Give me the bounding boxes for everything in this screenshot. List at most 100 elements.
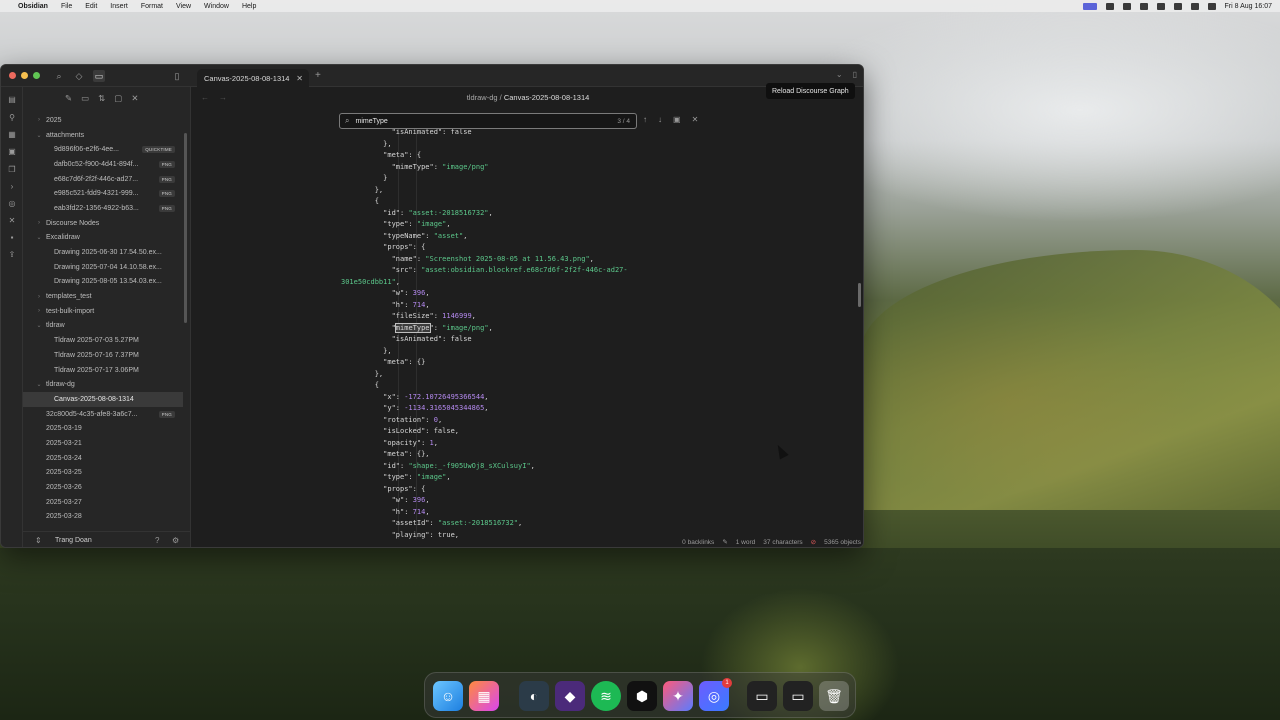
chevron-icon[interactable]: › [35,117,43,123]
spotify-icon[interactable]: ≋ [591,681,621,711]
chevron-icon[interactable]: ⌄ [35,234,43,241]
breadcrumb-folder[interactable]: tldraw-dg [467,93,498,102]
terminal-icon[interactable]: › [7,182,17,192]
code-view[interactable]: "isAnimated": false }, "meta": { "mimeTy… [341,127,861,539]
folder-item[interactable]: 2025-03-26 [23,480,183,495]
launchpad-icon[interactable]: ▦ [469,681,499,711]
file-item[interactable]: Drawing 2025-06-30 17.54.50.ex... [23,245,183,260]
close-window-button[interactable] [9,72,16,79]
status-app-icon[interactable] [1082,2,1097,10]
search-icon[interactable]: ⌕ [53,70,65,82]
sidebar-toggle-icon[interactable]: ▯ [171,70,183,82]
battery-icon[interactable] [1105,2,1114,10]
excalidraw-icon[interactable]: ✕ [7,216,17,226]
search-bar[interactable]: ⌕ mimeType 3 / 4 [339,113,637,129]
search-input[interactable]: mimeType [355,118,387,125]
toolbox-icon[interactable]: ✦ [663,681,693,711]
select-all-icon[interactable]: ▣ [673,115,681,124]
volume-icon[interactable] [1173,2,1182,10]
discourse-icon[interactable]: ◎ [7,199,17,209]
menu-edit[interactable]: Edit [85,3,97,10]
file-icon[interactable]: ▤ [7,95,17,105]
file-item[interactable]: Drawing 2025-08-05 13.54.03.ex... [23,275,183,290]
window-icon-2[interactable]: ▭ [783,681,813,711]
file-item[interactable]: Tldraw 2025-07-03 5.27PM [23,333,183,348]
chevron-icon[interactable]: ⌄ [35,132,43,139]
menu-view[interactable]: View [176,3,191,10]
new-folder-icon[interactable]: ▭ [81,93,89,104]
folder-item[interactable]: › test-bulk-import [23,304,183,319]
wifi-icon[interactable] [1190,2,1199,10]
close-tab-icon[interactable]: ✕ [296,74,303,83]
copy-icon[interactable]: ❐ [7,165,17,175]
new-note-icon[interactable]: ✎ [65,93,72,104]
pencil-icon[interactable]: ✎ [722,538,727,546]
folder-item[interactable]: 2025-03-24 [23,451,183,466]
file-item[interactable]: Tldraw 2025-07-17 3.06PM [23,363,183,378]
folder-item[interactable]: ⌄ attachments [23,128,183,143]
sync-error-icon[interactable]: ⊘ [811,538,816,546]
chevron-icon[interactable]: ⌄ [35,381,43,388]
file-item[interactable]: Drawing 2025-07-04 14.10.58.ex... [23,260,183,275]
folder-item[interactable]: › 2025 [23,113,183,128]
chevron-icon[interactable]: › [35,308,43,314]
tab-canvas[interactable]: Canvas-2025-08-08-1314 ✕ [197,69,309,87]
publish-icon[interactable]: ⇪ [7,250,17,260]
folder-icon[interactable]: ▭ [93,70,105,82]
file-item[interactable]: 9d896f06-e2f6-4ee... QUICKTIME [23,142,183,157]
sort-icon[interactable]: ⇅ [98,93,105,104]
zoom-window-button[interactable] [33,72,40,79]
vault-user-name[interactable]: Trang Doan [55,537,92,544]
graph-icon[interactable]: ⚲ [7,113,17,123]
chevron-down-icon[interactable]: ⌄ [836,70,843,79]
chevron-icon[interactable]: › [35,294,43,300]
menu-window[interactable]: Window [204,3,229,10]
calendar-icon[interactable]: ▣ [7,147,17,157]
file-item[interactable]: e985c521-fdd9-4321-999... PNG [23,186,183,201]
help-icon[interactable]: ? [155,536,159,545]
editor-scrollbar[interactable] [858,283,861,307]
cloud-icon[interactable] [1139,2,1148,10]
folder-item[interactable]: 32c800d5-4c35-afe8-3a6c7... PNG [23,407,183,422]
folder-item[interactable]: 2025-03-21 [23,436,183,451]
window-icon[interactable]: ▭ [747,681,777,711]
file-item[interactable]: Canvas-2025-08-08-1314 [23,392,183,407]
cursor-icon[interactable]: ⬢ [627,681,657,711]
obsidian-icon[interactable]: ◆ [555,681,585,711]
menu-app-name[interactable]: Obsidian [18,3,48,10]
close-icon[interactable]: ✕ [131,93,138,104]
file-item[interactable]: eab3fd22-1356-4922-b63... PNG [23,201,183,216]
screen-record-icon[interactable] [1122,2,1131,10]
folder-item[interactable]: 2025-03-19 [23,421,183,436]
menu-help[interactable]: Help [242,3,256,10]
menu-insert[interactable]: Insert [110,3,128,10]
breadcrumb-file[interactable]: Canvas-2025-08-08-1314 [504,93,589,102]
folder-item[interactable]: 2025-03-27 [23,495,183,510]
menu-format[interactable]: Format [141,3,163,10]
previous-match-icon[interactable]: ↑ [643,115,647,124]
finder-icon[interactable]: ☺ [433,681,463,711]
folder-item[interactable]: 2025-03-25 [23,466,183,481]
file-item[interactable]: Tldraw 2025-07-16 7.37PM [23,348,183,363]
figma-icon[interactable]: ◐ [519,681,549,711]
file-item[interactable]: e68c7d6f-2f2f-446c-ad27... PNG [23,172,183,187]
folder-item[interactable]: › templates_test [23,289,183,304]
folder-item[interactable]: 2025-03-28 [23,510,183,525]
vault-switch-icon[interactable]: ⇕ [35,536,42,545]
backlinks-count[interactable]: 0 backlinks [682,539,714,546]
chevron-icon[interactable]: ⌄ [35,322,43,329]
control-center-icon[interactable] [1207,2,1216,10]
grid-icon[interactable]: ▦ [7,130,17,140]
menu-file[interactable]: File [61,3,72,10]
new-tab-button[interactable]: + [315,70,321,81]
minimize-window-button[interactable] [21,72,28,79]
close-search-icon[interactable]: ✕ [692,115,699,124]
chevron-icon[interactable]: › [35,220,43,226]
folder-item[interactable]: ⌄ Excalidraw [23,231,183,246]
clock[interactable]: Fri 8 Aug 16:07 [1225,3,1272,10]
folder-item[interactable]: › Discourse Nodes [23,216,183,231]
play-icon[interactable] [1156,2,1165,10]
next-match-icon[interactable]: ↓ [658,115,662,124]
folder-item[interactable]: ⌄ tldraw [23,319,183,334]
settings-gear-icon[interactable]: ⚙ [172,536,179,545]
